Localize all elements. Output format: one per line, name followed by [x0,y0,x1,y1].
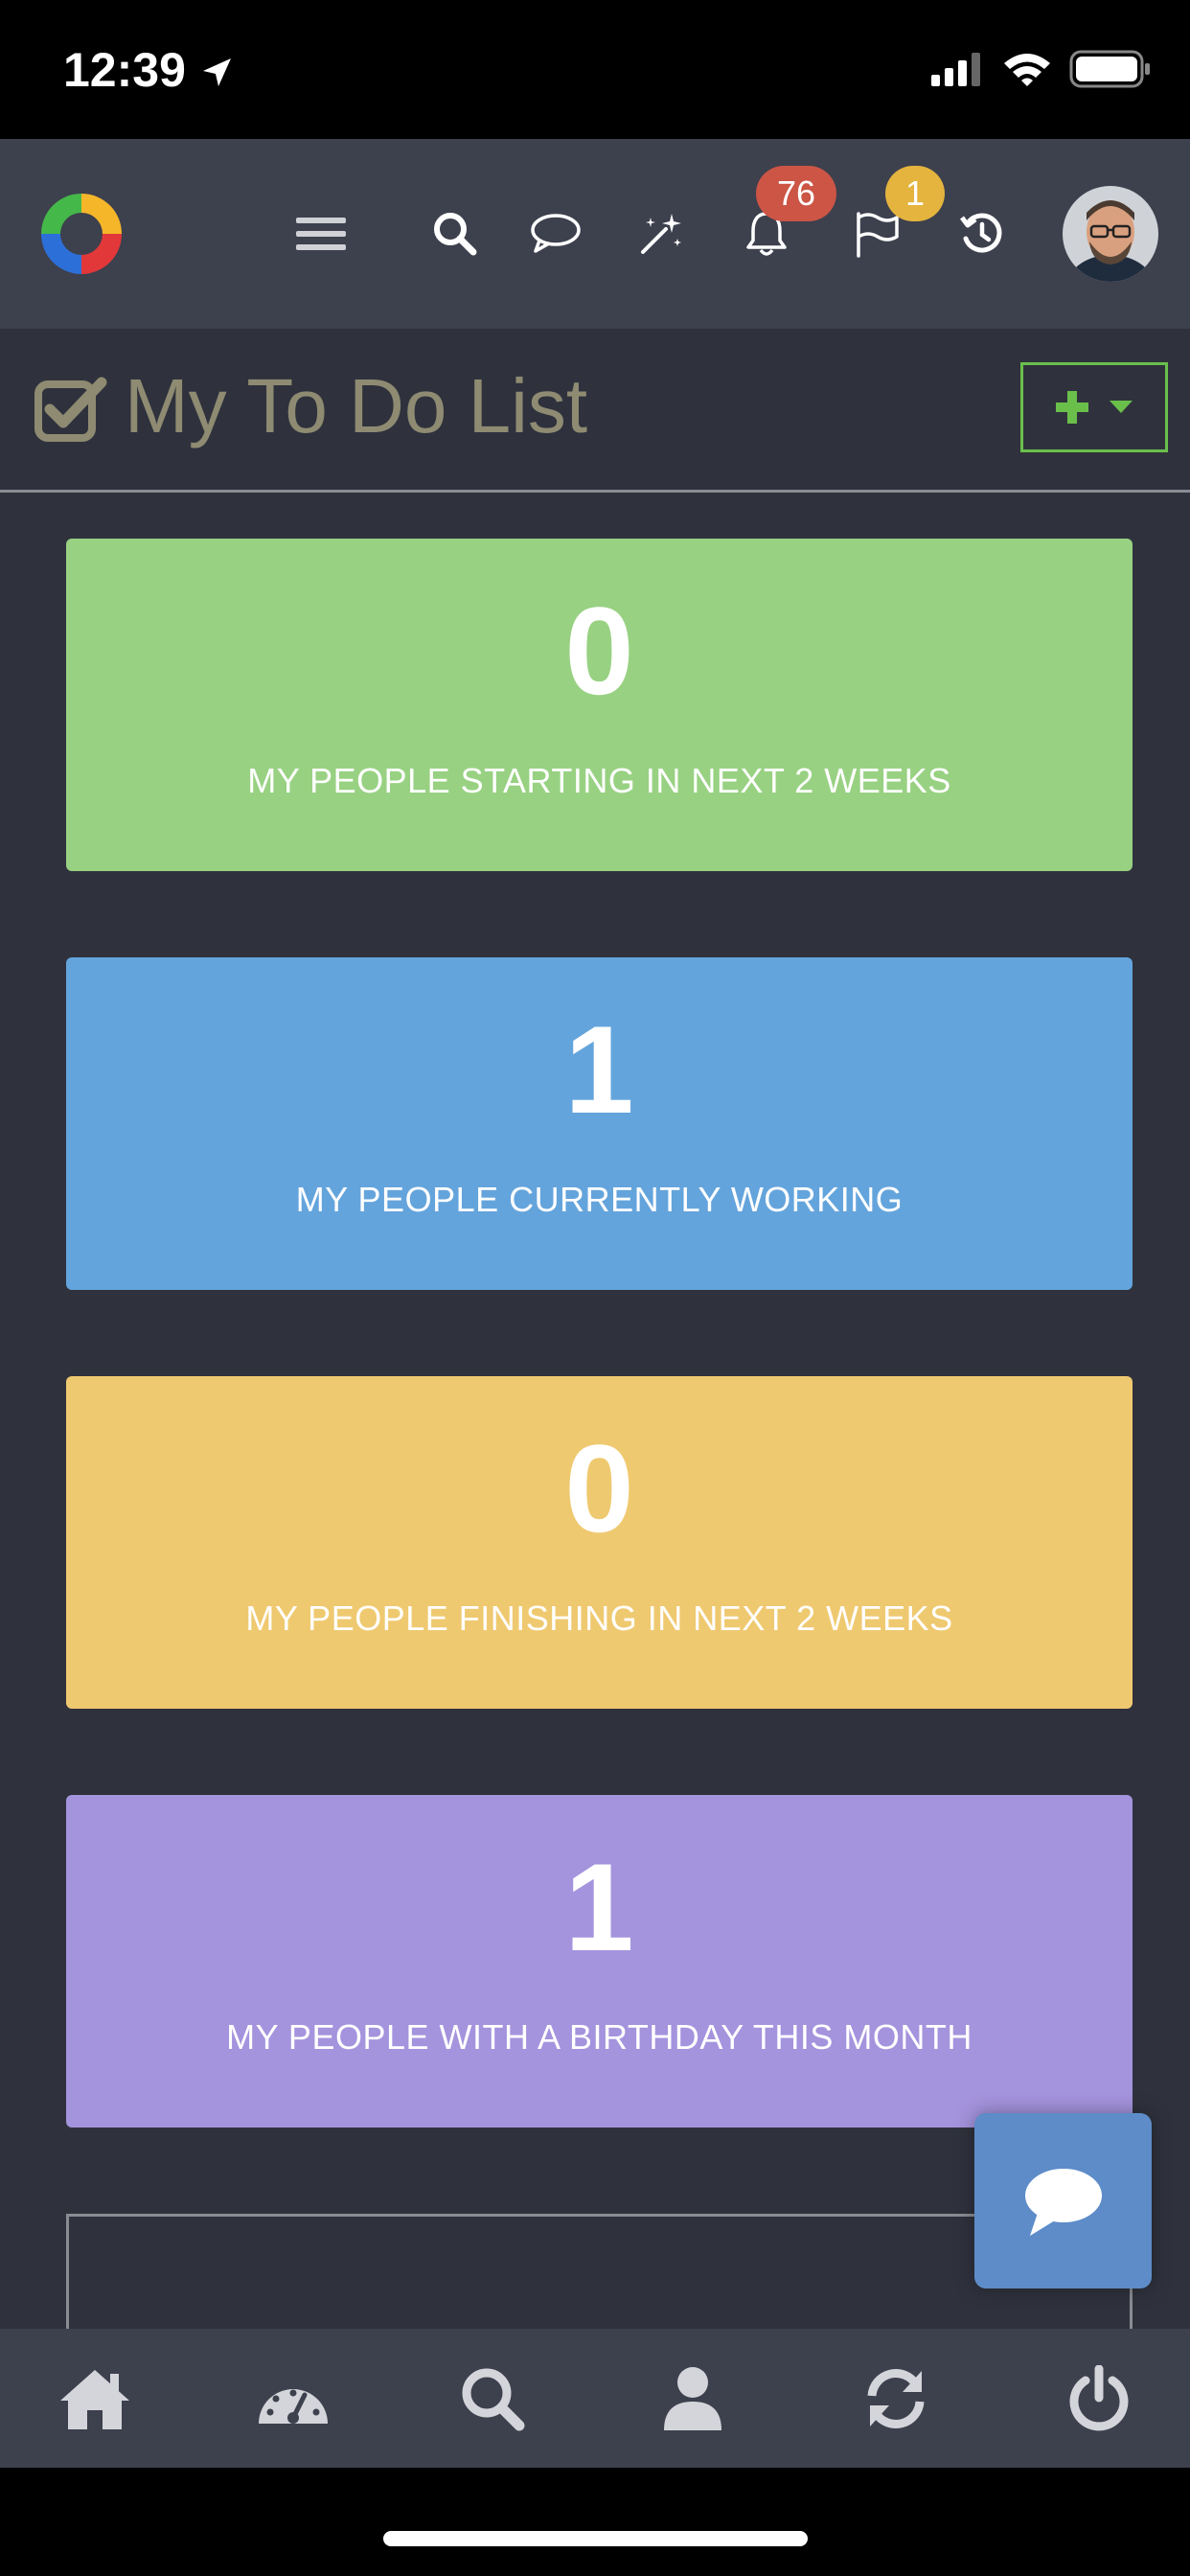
user-icon [664,2366,721,2430]
card-birthdays[interactable]: 1 MY PEOPLE WITH A BIRTHDAY THIS MONTH [66,1795,1133,2128]
card-finishing-soon[interactable]: 0 MY PEOPLE FINISHING IN NEXT 2 WEEKS [66,1376,1133,1709]
chat-button[interactable] [974,2113,1152,2288]
page-header: My To Do List [0,329,1190,493]
todo-panel [66,2214,1133,2329]
card-label: MY PEOPLE FINISHING IN NEXT 2 WEEKS [245,1598,953,1638]
refresh-icon [867,2368,925,2428]
power-icon [1069,2364,1129,2430]
hamburger-menu-icon[interactable] [287,139,355,329]
cellular-signal-icon [931,53,980,86]
home-indicator[interactable] [383,2531,808,2546]
tab-dashboard[interactable] [236,2329,351,2468]
flags-badge[interactable]: 1 [885,166,945,221]
card-value: 0 [564,581,634,721]
tab-refresh[interactable] [838,2329,953,2468]
home-icon [60,2369,129,2429]
card-currently-working[interactable]: 1 MY PEOPLE CURRENTLY WORKING [66,957,1133,1290]
card-value: 0 [564,1418,634,1558]
card-label: MY PEOPLE CURRENTLY WORKING [295,1180,904,1219]
search-icon [462,2368,525,2430]
app-logo-icon [41,194,122,274]
add-dropdown-button[interactable] [1020,362,1168,452]
battery-icon [1069,50,1150,88]
card-value: 1 [564,1837,634,1977]
dashboard-icon [259,2388,328,2424]
tab-profile[interactable] [635,2329,750,2468]
app-logo[interactable] [29,139,134,329]
top-navbar: 76 1 [0,139,1190,329]
card-label: MY PEOPLE WITH A BIRTHDAY THIS MONTH [226,2017,973,2057]
home-indicator-area [0,2468,1190,2576]
search-icon[interactable] [422,139,489,329]
card-value: 1 [564,1000,634,1139]
notifications-badge[interactable]: 76 [756,166,836,221]
chat-bubble-icon[interactable] [522,139,589,329]
status-indicators [931,50,1152,88]
wifi-icon [1004,54,1050,86]
flag-icon[interactable] [843,139,910,329]
location-arrow-icon [203,58,231,86]
status-time: 12:39 [63,43,186,97]
avatar-image [1063,186,1158,282]
tab-search[interactable] [435,2329,550,2468]
chat-icon [1024,2168,1102,2236]
caret-down-icon [1110,401,1133,413]
history-icon[interactable] [949,139,1016,329]
tab-power[interactable] [1041,2329,1156,2468]
bottom-tabbar [0,2329,1190,2468]
checkbox-checked-icon [34,377,107,442]
magic-wand-icon[interactable] [628,139,695,329]
page-title: My To Do List [125,363,588,448]
plus-icon [1056,391,1088,424]
status-bar: 12:39 [0,0,1190,139]
card-starting-soon[interactable]: 0 MY PEOPLE STARTING IN NEXT 2 WEEKS [66,539,1133,871]
user-avatar[interactable] [1062,139,1159,329]
card-label: MY PEOPLE STARTING IN NEXT 2 WEEKS [247,761,951,800]
tab-home[interactable] [37,2329,152,2468]
